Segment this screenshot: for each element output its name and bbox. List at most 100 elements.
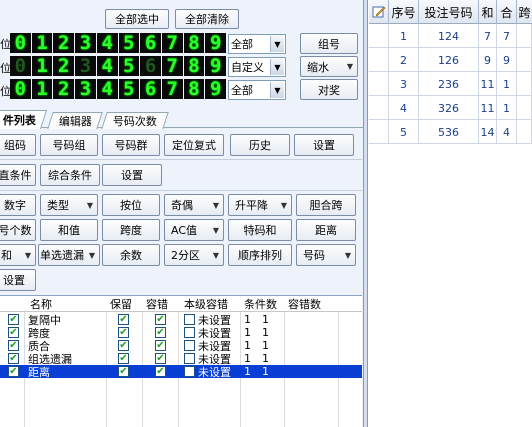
- select-all-button[interactable]: 全部选中: [105, 9, 169, 29]
- shrink-button[interactable]: 缩水 ▼: [300, 56, 358, 77]
- history-button[interactable]: 历史: [230, 134, 290, 156]
- chevron-down-icon[interactable]: ▼: [270, 36, 284, 52]
- chevron-down-icon[interactable]: ▼: [23, 247, 33, 263]
- direct-condition-button[interactable]: 直条件: [0, 164, 36, 186]
- level-checkbox[interactable]: [184, 327, 195, 338]
- digit-toggle[interactable]: 0: [10, 32, 31, 54]
- table-row[interactable]: ✔ 组选遗漏 ✔ ✔ 未设置 1 1: [0, 352, 362, 366]
- single-omission-button[interactable]: 单选遗漏 ▼: [38, 244, 100, 266]
- sum-dropdown-button[interactable]: 和 ▼: [0, 244, 36, 266]
- position-select[interactable]: 全部 ▼: [228, 34, 286, 54]
- ac-value-button[interactable]: AC值 ▼: [164, 219, 224, 241]
- tolerate-checkbox[interactable]: ✔: [155, 340, 166, 351]
- digit-toggle[interactable]: 5: [118, 32, 140, 54]
- by-position-button[interactable]: 按位: [102, 194, 160, 216]
- row-checkbox[interactable]: ✔: [8, 340, 19, 351]
- result-row[interactable]: 5 536 14 4: [369, 120, 532, 144]
- settings-button[interactable]: 设置: [294, 134, 354, 156]
- chevron-down-icon[interactable]: ▼: [270, 82, 284, 98]
- result-row[interactable]: 1 124 7 7: [369, 24, 532, 48]
- tolerate-checkbox[interactable]: ✔: [155, 314, 166, 325]
- keep-checkbox[interactable]: ✔: [118, 314, 129, 325]
- span-button[interactable]: 跨度: [102, 219, 160, 241]
- digit-toggle[interactable]: 8: [183, 32, 205, 54]
- result-row[interactable]: 2 126 9 9: [369, 48, 532, 72]
- number-count-button[interactable]: 号个数: [0, 219, 36, 241]
- table-row-selected[interactable]: ✔ 距离 ✔ ✔ 未设置 1 1: [0, 365, 362, 379]
- digit-panel[interactable]: 0123456789: [10, 32, 227, 54]
- digit-toggle[interactable]: 1: [31, 78, 53, 100]
- number-group-button[interactable]: 号码组: [40, 134, 98, 156]
- tab-number-count[interactable]: 号码次数: [101, 112, 169, 129]
- tab-condition-list[interactable]: 件列表: [0, 110, 48, 129]
- tolerate-checkbox[interactable]: ✔: [155, 327, 166, 338]
- table-row[interactable]: ✔ 复隔中 ✔ ✔ 未设置 1 1: [0, 313, 362, 327]
- rise-flat-fall-button[interactable]: 升平降 ▼: [228, 194, 292, 216]
- tab-editor[interactable]: 编辑器: [47, 112, 103, 129]
- digit-button[interactable]: 数字: [0, 194, 36, 216]
- digit-toggle[interactable]: 7: [161, 55, 183, 77]
- digit-toggle[interactable]: 2: [53, 55, 75, 77]
- digit-toggle[interactable]: 4: [96, 78, 118, 100]
- condition-settings-button[interactable]: 设置: [102, 164, 162, 186]
- bold-sum-span-button[interactable]: 胆合跨: [296, 194, 356, 216]
- digit-toggle[interactable]: 8: [183, 78, 205, 100]
- digit-panel[interactable]: 0123456789: [10, 55, 227, 77]
- digit-toggle[interactable]: 4: [96, 32, 118, 54]
- tolerate-checkbox[interactable]: ✔: [155, 366, 166, 377]
- level-checkbox[interactable]: [184, 340, 195, 351]
- row-checkbox[interactable]: ✔: [8, 327, 19, 338]
- digit-toggle[interactable]: 7: [161, 78, 183, 100]
- level-checkbox[interactable]: [184, 314, 195, 325]
- digit-toggle[interactable]: 2: [53, 32, 75, 54]
- digit-toggle[interactable]: 9: [205, 78, 227, 100]
- digit-toggle[interactable]: 9: [205, 32, 227, 54]
- chevron-down-icon[interactable]: ▼: [87, 247, 97, 263]
- digit-toggle[interactable]: 0: [10, 78, 31, 100]
- chevron-down-icon[interactable]: ▼: [85, 197, 95, 213]
- odd-even-button[interactable]: 奇偶 ▼: [164, 194, 224, 216]
- digit-toggle[interactable]: 1: [31, 32, 53, 54]
- digit-toggle[interactable]: 8: [183, 55, 205, 77]
- digit-toggle[interactable]: 0: [10, 55, 31, 77]
- setup-button[interactable]: 设置: [0, 269, 36, 291]
- digit-toggle[interactable]: 2: [53, 78, 75, 100]
- chevron-down-icon[interactable]: ▼: [345, 59, 355, 74]
- group-code-button[interactable]: 组码: [0, 134, 36, 156]
- position-select[interactable]: 自定义 ▼: [228, 57, 286, 77]
- number-cluster-button[interactable]: 号码群: [102, 134, 160, 156]
- digit-toggle[interactable]: 3: [75, 32, 96, 54]
- chevron-down-icon[interactable]: ▼: [211, 247, 221, 263]
- position-compound-button[interactable]: 定位复式: [164, 134, 224, 156]
- digit-toggle[interactable]: 7: [161, 32, 183, 54]
- sum-value-button[interactable]: 和值: [40, 219, 98, 241]
- number-dropdown-button[interactable]: 号码 ▼: [296, 244, 356, 266]
- digit-toggle[interactable]: 4: [96, 55, 118, 77]
- position-select[interactable]: 全部 ▼: [228, 80, 286, 100]
- digit-toggle[interactable]: 3: [75, 55, 96, 77]
- keep-checkbox[interactable]: ✔: [118, 327, 129, 338]
- tolerate-checkbox[interactable]: ✔: [155, 353, 166, 364]
- digit-toggle[interactable]: 9: [205, 55, 227, 77]
- digit-panel[interactable]: 0123456789: [10, 78, 227, 100]
- chevron-down-icon[interactable]: ▼: [270, 59, 284, 75]
- distance-button[interactable]: 距离: [296, 219, 356, 241]
- keep-checkbox[interactable]: ✔: [118, 366, 129, 377]
- row-checkbox[interactable]: ✔: [8, 353, 19, 364]
- row-checkbox[interactable]: ✔: [8, 314, 19, 325]
- type-button[interactable]: 类型 ▼: [40, 194, 98, 216]
- level-checkbox[interactable]: [184, 366, 195, 377]
- digit-toggle[interactable]: 3: [75, 78, 96, 100]
- sequence-sort-button[interactable]: 顺序排列: [228, 244, 292, 266]
- chevron-down-icon[interactable]: ▼: [211, 222, 221, 238]
- two-zone-button[interactable]: 2分区 ▼: [164, 244, 224, 266]
- special-sum-button[interactable]: 特码和: [228, 219, 292, 241]
- panel-splitter[interactable]: [363, 0, 367, 427]
- digit-toggle[interactable]: 5: [118, 55, 140, 77]
- chevron-down-icon[interactable]: ▼: [343, 247, 353, 263]
- row-checkbox[interactable]: ✔: [8, 366, 19, 377]
- check-prize-button[interactable]: 对奖: [300, 79, 358, 100]
- result-row[interactable]: 4 326 11 1: [369, 96, 532, 120]
- digit-toggle[interactable]: 6: [140, 32, 161, 54]
- chevron-down-icon[interactable]: ▼: [211, 197, 221, 213]
